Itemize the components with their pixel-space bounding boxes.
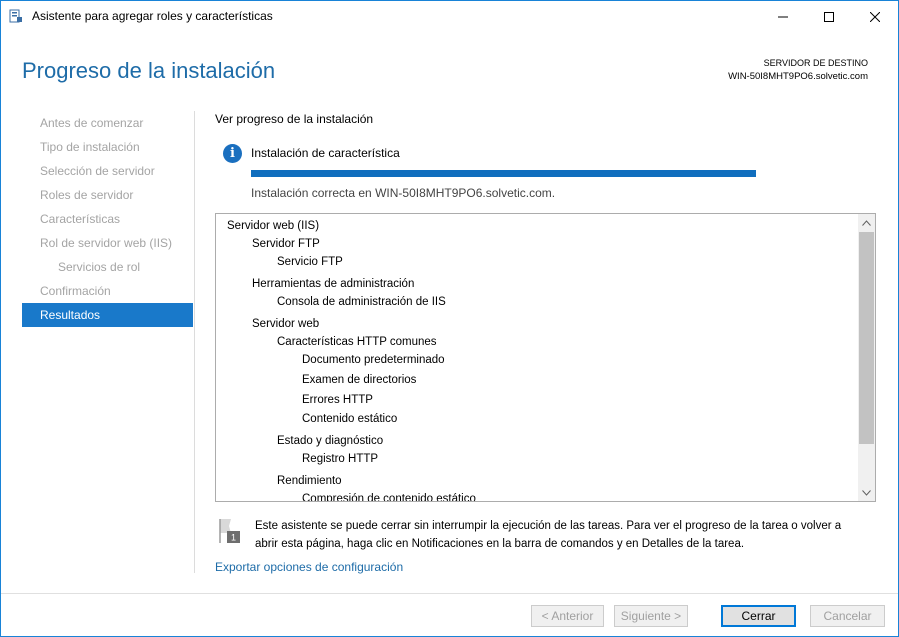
- close-button[interactable]: Cerrar: [721, 605, 796, 627]
- notice-text: Este asistente se puede cerrar sin inter…: [255, 520, 842, 550]
- step-servicios-de-rol[interactable]: Servicios de rol: [22, 255, 193, 279]
- scrollbar-thumb[interactable]: [859, 232, 874, 444]
- feature-tree-item: Errores HTTP: [302, 394, 373, 406]
- feature-tree-item: Contenido estático: [302, 413, 398, 425]
- section-heading: Ver progreso de la instalación: [215, 112, 374, 126]
- step-rol-servidor-web[interactable]: Rol de servidor web (IIS): [22, 231, 193, 255]
- scroll-down-button[interactable]: [858, 484, 875, 501]
- wizard-window: Asistente para agregar roles y caracterí…: [0, 0, 899, 637]
- close-icon: [870, 11, 880, 22]
- wizard-steps-sidebar: Antes de comenzar Tipo de instalación Se…: [22, 111, 193, 327]
- notification-flag-icon: 1: [219, 519, 240, 543]
- feature-tree-item: Documento predeterminado: [302, 354, 445, 366]
- minimize-icon: [778, 16, 788, 17]
- step-confirmacion[interactable]: Confirmación: [22, 279, 193, 303]
- minimize-button[interactable]: [760, 1, 806, 32]
- step-roles-de-servidor[interactable]: Roles de servidor: [22, 183, 193, 207]
- maximize-icon: [824, 11, 834, 22]
- feature-tree-item: Servidor web (IIS): [227, 220, 320, 232]
- installation-progress-bar: [251, 170, 756, 177]
- destination-server-label: SERVIDOR DE DESTINO: [763, 58, 868, 68]
- feature-tree-item: Compresión de contenido estático: [302, 493, 476, 501]
- step-resultados[interactable]: Resultados: [22, 303, 193, 327]
- step-caracteristicas[interactable]: Características: [22, 207, 193, 231]
- step-antes-de-comenzar[interactable]: Antes de comenzar: [22, 111, 193, 135]
- cancel-button[interactable]: Cancelar: [810, 605, 885, 627]
- title-bar[interactable]: Asistente para agregar roles y caracterí…: [1, 1, 898, 32]
- server-manager-icon: [9, 9, 22, 23]
- close-window-button[interactable]: [852, 1, 898, 32]
- feature-tree-item: Características HTTP comunes: [277, 336, 437, 348]
- chevron-up-icon: [862, 219, 871, 226]
- next-button[interactable]: Siguiente >: [614, 605, 688, 627]
- feature-tree-item: Registro HTTP: [302, 453, 379, 465]
- feature-tree-item: Rendimiento: [277, 475, 342, 487]
- feature-tree-item: Servicio FTP: [277, 256, 343, 268]
- installation-status: Instalación de característica: [251, 146, 400, 160]
- previous-button[interactable]: < Anterior: [531, 605, 604, 627]
- window-title: Asistente para agregar roles y caracterí…: [32, 9, 273, 23]
- destination-server-name: WIN-50I8MHT9PO6.solvetic.com: [728, 71, 868, 82]
- vertical-scrollbar[interactable]: [858, 214, 875, 501]
- sidebar-divider: [194, 111, 195, 573]
- installation-result: Instalación correcta en WIN-50I8MHT9PO6.…: [251, 186, 556, 200]
- feature-tree-item: Examen de directorios: [302, 374, 417, 386]
- progress-fill: [251, 170, 756, 177]
- footer-divider: [1, 593, 898, 594]
- export-configuration-link[interactable]: Exportar opciones de configuración: [215, 560, 403, 574]
- page-title: Progreso de la instalación: [22, 58, 276, 83]
- installed-features-list[interactable]: Servidor web (IIS) Servidor FTP Servicio F…: [215, 213, 876, 502]
- step-tipo-de-instalacion[interactable]: Tipo de instalación: [22, 135, 193, 159]
- scroll-up-button[interactable]: [858, 214, 875, 231]
- feature-tree-item: Servidor web: [252, 318, 320, 330]
- feature-tree-item: Servidor FTP: [252, 238, 320, 250]
- feature-tree-item: Estado y diagnóstico: [277, 435, 384, 447]
- feature-tree-item: Herramientas de administración: [252, 278, 415, 290]
- info-icon: i: [223, 144, 242, 163]
- chevron-down-icon: [862, 489, 871, 496]
- feature-tree-item: Consola de administración de IIS: [277, 296, 446, 308]
- step-seleccion-de-servidor[interactable]: Selección de servidor: [22, 159, 193, 183]
- maximize-button[interactable]: [806, 1, 852, 32]
- notification-badge-count: 1: [231, 533, 236, 543]
- features-tree: Servidor web (IIS) Servidor FTP Servicio F…: [216, 214, 858, 501]
